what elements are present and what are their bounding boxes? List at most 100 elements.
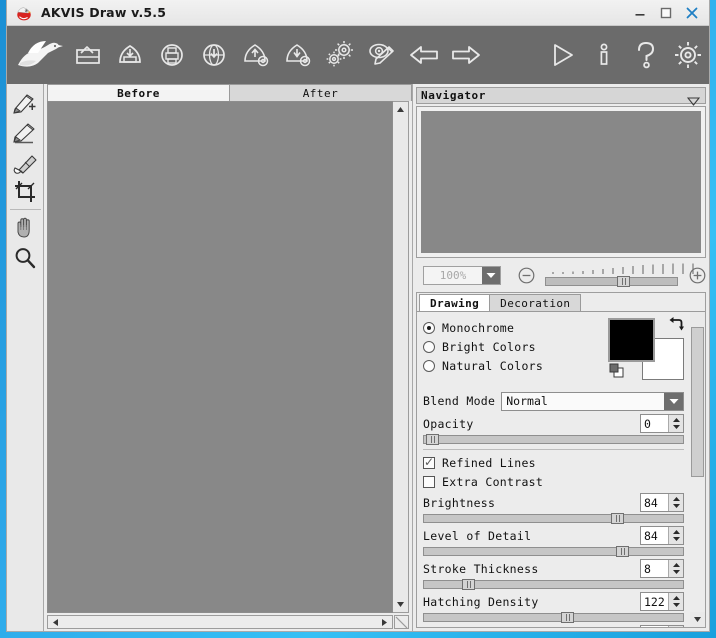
checkbox-extra-contrast[interactable]: Extra Contrast bbox=[423, 472, 684, 491]
undo-button[interactable] bbox=[403, 30, 445, 80]
export-settings-button[interactable] bbox=[277, 30, 319, 80]
zoom-level-combobox[interactable]: 100% bbox=[423, 265, 501, 285]
image-canvas[interactable] bbox=[48, 102, 392, 612]
tool-quick-sketch[interactable] bbox=[10, 87, 41, 117]
swap-colors-button[interactable] bbox=[668, 316, 684, 336]
close-button[interactable] bbox=[679, 2, 705, 24]
stroke-thickness-slider[interactable] bbox=[423, 579, 684, 590]
hatching-density-slider-handle[interactable] bbox=[561, 612, 575, 623]
resize-grip[interactable] bbox=[394, 615, 409, 629]
stroke-thickness-stepper[interactable] bbox=[668, 560, 683, 577]
blend-mode-select[interactable]: Normal bbox=[501, 391, 684, 411]
param-opacity: Opacity 0 bbox=[423, 413, 684, 445]
import-settings-button[interactable] bbox=[235, 30, 277, 80]
redo-button[interactable] bbox=[445, 30, 487, 80]
foreground-color-swatch[interactable] bbox=[608, 318, 655, 362]
color-mode-radio-group: Monochrome Bright Colors Natural Colors bbox=[423, 316, 602, 388]
hatching-density-stepper[interactable] bbox=[668, 593, 683, 610]
publish-image-button[interactable] bbox=[193, 30, 235, 80]
radio-bright-colors[interactable]: Bright Colors bbox=[423, 337, 602, 356]
opacity-stepper[interactable] bbox=[668, 415, 683, 432]
radio-natural-colors[interactable]: Natural Colors bbox=[423, 356, 602, 375]
main-toolbar bbox=[7, 26, 709, 84]
scroll-up-button[interactable] bbox=[393, 102, 408, 117]
level-of-detail-stepper[interactable] bbox=[668, 527, 683, 544]
batch-processing-button[interactable] bbox=[361, 30, 403, 80]
info-icon bbox=[600, 43, 608, 65]
export-settings-icon bbox=[286, 44, 311, 67]
checkbox-refined-lines[interactable]: Refined Lines bbox=[423, 453, 684, 472]
right-panel: Navigator 100% Drawing Decoration Monoch… bbox=[413, 84, 709, 631]
tab-drawing[interactable]: Drawing bbox=[419, 294, 491, 311]
extra-contrast-label: Extra Contrast bbox=[442, 474, 544, 489]
toolbar-logo bbox=[11, 30, 67, 80]
minimize-button[interactable] bbox=[627, 2, 653, 24]
preferences-button[interactable] bbox=[319, 30, 361, 80]
navigator-collapse-button[interactable] bbox=[686, 91, 701, 110]
scroll-right-button[interactable] bbox=[377, 616, 392, 628]
brightness-value: 84 bbox=[644, 495, 658, 510]
canvas-horizontal-scrollbar[interactable] bbox=[47, 615, 393, 629]
level-of-detail-spinner[interactable]: 84 bbox=[640, 526, 684, 545]
resize-grip-icon bbox=[395, 616, 408, 628]
zoom-slider[interactable] bbox=[545, 263, 694, 287]
settings-scroll-down-button[interactable] bbox=[690, 612, 705, 627]
navigator-thumbnail[interactable] bbox=[421, 111, 701, 253]
settings-button[interactable] bbox=[667, 30, 709, 80]
settings-scroll-track[interactable] bbox=[690, 477, 705, 612]
tool-eraser[interactable] bbox=[10, 147, 41, 177]
level-of-detail-slider-handle[interactable] bbox=[616, 546, 630, 557]
brightness-stepper[interactable] bbox=[668, 494, 683, 511]
tool-stroke-direction[interactable] bbox=[10, 117, 41, 147]
settings-scroll-thumb[interactable] bbox=[691, 327, 704, 477]
arrow-left-icon bbox=[410, 46, 438, 64]
horizontal-scroll-track[interactable] bbox=[63, 616, 377, 628]
brightness-slider[interactable] bbox=[423, 513, 684, 524]
sensitivity-stepper[interactable] bbox=[668, 626, 683, 627]
sensitivity-spinner[interactable]: 30 bbox=[640, 625, 684, 627]
printer-icon bbox=[161, 44, 183, 66]
settings-vertical-scrollbar[interactable] bbox=[690, 311, 705, 627]
hatching-density-slider-track bbox=[423, 613, 684, 622]
tool-hand[interactable] bbox=[10, 213, 41, 243]
zoom-dropdown-button[interactable] bbox=[482, 266, 500, 284]
vertical-scroll-track[interactable] bbox=[393, 117, 408, 597]
help-button[interactable] bbox=[625, 30, 667, 80]
opacity-slider-handle[interactable] bbox=[425, 434, 439, 445]
opacity-spinner[interactable]: 0 bbox=[640, 414, 684, 433]
param-hatching-density: Hatching Density 122 bbox=[423, 591, 684, 623]
hatching-density-spinner[interactable]: 122 bbox=[640, 592, 684, 611]
level-of-detail-slider[interactable] bbox=[423, 546, 684, 557]
tab-after[interactable]: After bbox=[230, 84, 412, 101]
opacity-slider[interactable] bbox=[423, 434, 684, 445]
about-button[interactable] bbox=[583, 30, 625, 80]
zoom-out-button[interactable] bbox=[518, 267, 535, 284]
hatching-density-header: Hatching Density 122 bbox=[423, 591, 684, 612]
hatching-density-slider[interactable] bbox=[423, 612, 684, 623]
zoom-slider-handle[interactable] bbox=[616, 276, 630, 287]
stroke-thickness-spinner[interactable]: 8 bbox=[640, 559, 684, 578]
blend-mode-dropdown-button[interactable] bbox=[664, 392, 683, 410]
scroll-left-button[interactable] bbox=[48, 616, 63, 628]
brightness-slider-handle[interactable] bbox=[610, 513, 624, 524]
run-button[interactable] bbox=[541, 30, 583, 80]
scroll-down-button[interactable] bbox=[393, 597, 408, 612]
pencil-plus-icon bbox=[13, 94, 36, 114]
canvas-vertical-scrollbar[interactable] bbox=[393, 101, 409, 613]
tool-crop[interactable] bbox=[10, 177, 41, 207]
stroke-thickness-slider-handle[interactable] bbox=[462, 579, 476, 590]
zoom-slider-track[interactable] bbox=[545, 277, 678, 286]
tool-zoom[interactable] bbox=[10, 243, 41, 273]
level-of-detail-label: Level of Detail bbox=[423, 528, 532, 543]
stepper-arrows-icon bbox=[672, 563, 680, 574]
tab-decoration[interactable]: Decoration bbox=[489, 294, 582, 311]
open-image-button[interactable] bbox=[67, 30, 109, 80]
radio-monochrome[interactable]: Monochrome bbox=[423, 318, 602, 337]
brightness-spinner[interactable]: 84 bbox=[640, 493, 684, 512]
radio-bright-colors-indicator bbox=[423, 340, 435, 353]
save-image-button[interactable] bbox=[109, 30, 151, 80]
print-image-button[interactable] bbox=[151, 30, 193, 80]
default-colors-button[interactable] bbox=[609, 363, 624, 382]
tab-before[interactable]: Before bbox=[47, 84, 230, 101]
maximize-button[interactable] bbox=[653, 2, 679, 24]
